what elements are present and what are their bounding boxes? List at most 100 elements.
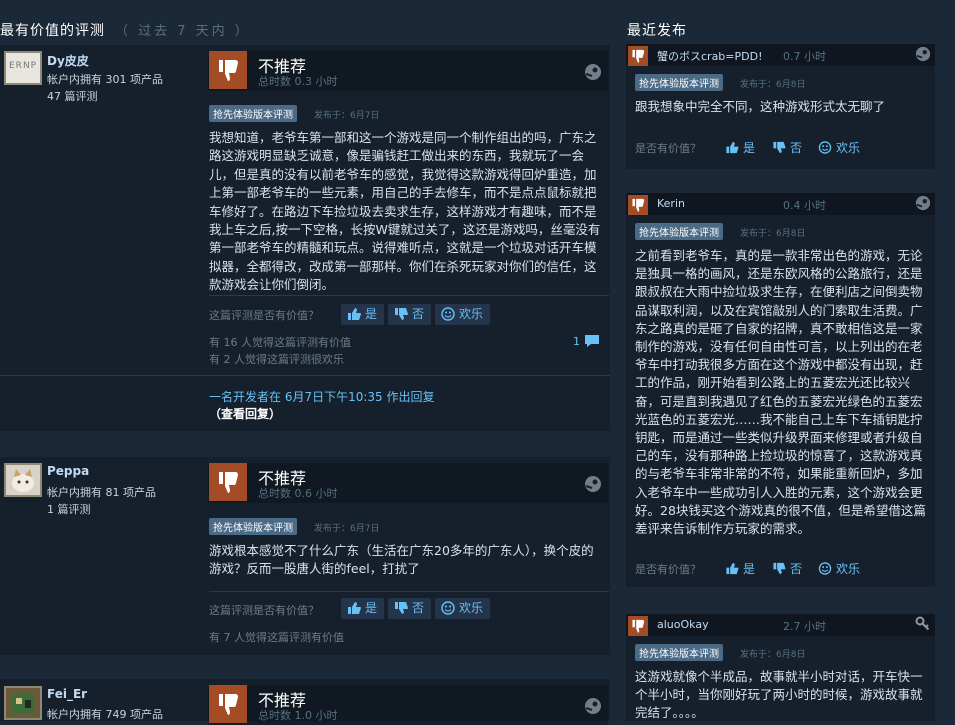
steam-icon [915,46,931,66]
thumbs-down-icon [209,685,247,723]
posted-date: 发布于：6月8日 [740,80,806,90]
steam-icon [584,697,602,719]
author-name[interactable]: Fei_Er [47,687,87,701]
early-access-badge: 抢先体验版本评测 [635,644,723,661]
smiley-icon [441,307,455,321]
vote-yes-button[interactable]: 是 [725,560,755,577]
vote-yes-button[interactable]: 是 [341,304,384,325]
reviewer-name[interactable]: Kerin [657,197,685,210]
vote-yes-label: 是 [743,562,756,576]
thumbs-down-icon [628,46,648,66]
recent-review-card: Kerin 0.4 小时 抢先体验版本评测 发布于：6月8日 之前看到老爷车，真… [626,193,935,587]
vote-funny-label: 欢乐 [836,141,861,155]
divider [209,295,609,296]
smiley-icon [818,141,832,154]
vote-funny-button[interactable]: 欢乐 [435,598,490,619]
smiley-icon [818,562,832,575]
review-text: 跟我想象中完全不同，这种游戏形式太无聊了 [635,99,886,114]
early-access-badge: 抢先体验版本评测 [209,105,297,122]
review-header[interactable]: 不推荐 总时数 0.6 小时 [208,463,608,503]
playtime: 总时数 0.3 小时 [258,75,338,88]
most-helpful-title: 最有价值的评测 （ 过去 7 天内 ） [0,20,251,40]
playtime: 总时数 0.6 小时 [258,487,338,500]
vote-no-button[interactable]: 否 [388,598,431,619]
review-author-block[interactable]: Peppa 帐户内拥有 81 项产品 1 篇评测 [0,457,200,655]
thumbs-up-icon [726,562,739,575]
thumbs-down-icon [395,602,408,614]
review-header[interactable]: 不推荐 总时数 0.3 小时 [208,51,608,91]
posted-date: 发布于：6月8日 [740,229,806,239]
author-products[interactable]: 帐户内拥有 81 项产品 [47,484,156,500]
funny-count: 有 2 人觉得这篇评测很欢乐 [209,353,344,366]
divider [209,591,609,592]
vote-funny-button[interactable]: 欢乐 [818,139,860,156]
recent-review-header[interactable]: 蟹のボスcrab=PDD! 0.7 小时 [626,44,935,66]
vote-no-button[interactable]: 否 [388,304,431,325]
review-text: 这游戏就像个半成品，故事就半小时对话，开车快一个半小时，当你刚好玩了两小时的时候… [635,669,923,721]
recent-review-card: aluoOkay 2.7 小时 抢先体验版本评测 发布于：6月8日 这游戏就像个… [626,614,935,721]
thumbs-down-icon [773,141,786,154]
vote-no-label: 否 [790,562,803,576]
author-name[interactable]: Dy皮皮 [47,52,89,69]
avatar[interactable]: ERNP [4,51,42,85]
author-review-count[interactable]: 47 篇评测 [47,88,98,104]
comments-link[interactable]: 1 [573,334,600,348]
helpful-count: 有 7 人觉得这篇评测有价值 [209,631,344,644]
recent-review-header[interactable]: aluoOkay 2.7 小时 [626,614,935,636]
posted-date: 发布于：6月8日 [740,650,806,660]
helpful-question: 是否有价值？ [635,563,701,576]
author-review-count[interactable]: 1 篇评测 [47,501,91,517]
most-helpful-title-text: 最有价值的评测 [0,23,105,39]
thumbs-down-icon [209,51,247,89]
early-access-badge: 抢先体验版本评测 [209,518,297,535]
vote-funny-button[interactable]: 欢乐 [435,304,490,325]
vote-no-label: 否 [412,307,425,321]
review-author-block[interactable]: Fei_Er 帐户内拥有 749 项产品 [0,679,200,721]
thumbs-down-icon [773,562,786,575]
smiley-icon [441,601,455,615]
thumbs-up-icon [348,308,361,320]
vote-no-button[interactable]: 否 [772,139,802,156]
thumbs-down-icon [628,616,648,636]
avatar-text: ERNP [9,61,38,71]
playtime: 2.7 小时 [783,620,826,633]
avatar[interactable] [4,686,42,720]
vote-yes-button[interactable]: 是 [341,598,384,619]
helpful-count: 有 16 人觉得这篇评测有价值 [209,336,351,349]
posted-date: 发布于：6月7日 [314,111,380,121]
early-access-badge: 抢先体验版本评测 [635,223,723,240]
helpful-question: 是否有价值？ [635,142,701,155]
vote-no-label: 否 [790,141,803,155]
reviewer-name[interactable]: 蟹のボスcrab=PDD! [657,48,763,64]
key-icon [915,616,931,636]
most-helpful-subtitle: （ 过去 7 天内 ） [115,24,251,39]
early-access-badge: 抢先体验版本评测 [635,74,723,91]
vote-no-button[interactable]: 否 [772,560,802,577]
posted-date: 发布于：6月7日 [314,524,380,534]
author-name[interactable]: Peppa [47,464,89,478]
thumbs-down-icon [209,463,247,501]
review-text: 我想知道，老爷车第一部和这一个游戏是同一个制作组出的吗，广东之路这游戏明显缺乏诚… [209,130,601,293]
avatar[interactable] [4,463,42,497]
review-card: ERNP Dy皮皮 帐户内拥有 301 项产品 47 篇评测 不推荐 总时数 0… [0,45,610,431]
author-products[interactable]: 帐户内拥有 301 项产品 [47,71,163,87]
vote-funny-label: 欢乐 [459,601,484,615]
recent-review-header[interactable]: Kerin 0.4 小时 [626,193,935,215]
author-products[interactable]: 帐户内拥有 749 项产品 [47,706,163,722]
developer-reply-link[interactable]: 一名开发者在 6月7日下午10:35 作出回复 [209,388,434,405]
reviewer-name[interactable]: aluoOkay [657,618,709,631]
thumbs-up-icon [726,141,739,154]
recent-title: 最近发布 [627,23,687,39]
review-header[interactable]: 不推荐 总时数 1.0 小时 [208,685,608,725]
pixel-avatar-icon [12,694,34,714]
thumbs-up-icon [348,602,361,614]
view-reply-link[interactable]: （查看回复） [209,405,281,422]
thumbs-down-icon [395,308,408,320]
cat-avatar-icon [12,469,34,492]
review-author-block[interactable]: ERNP Dy皮皮 帐户内拥有 301 项产品 47 篇评测 [0,45,200,431]
vote-funny-button[interactable]: 欢乐 [818,560,860,577]
vote-yes-button[interactable]: 是 [725,139,755,156]
playtime: 0.7 小时 [783,50,826,63]
vote-funny-label: 欢乐 [459,307,484,321]
vote-yes-label: 是 [743,141,756,155]
